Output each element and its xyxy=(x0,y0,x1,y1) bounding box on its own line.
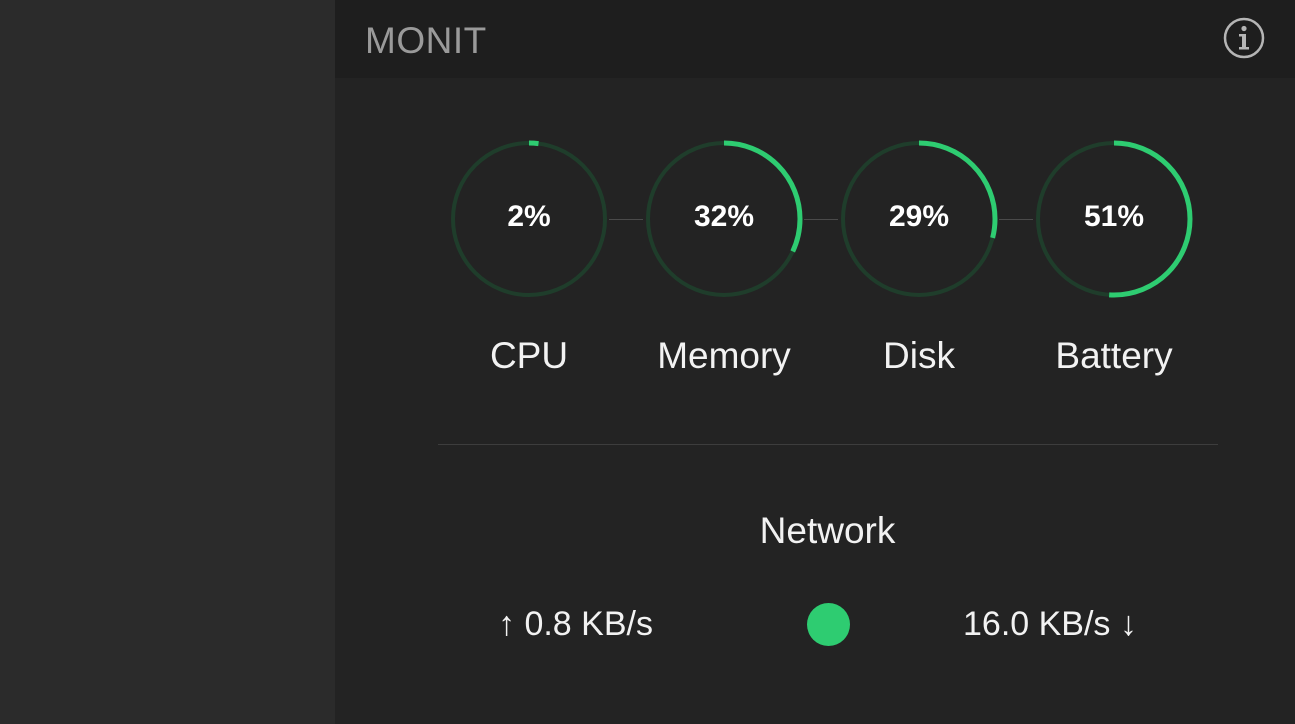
section-divider xyxy=(438,444,1218,445)
gauge-connector xyxy=(609,219,643,220)
network-upload-rate: ↑ 0.8 KB/s xyxy=(498,605,653,643)
gauges-row: 2% CPU 32% Memory 29% Disk 51% Battery xyxy=(335,0,1295,420)
gauge-cpu: 2% xyxy=(448,138,610,300)
monit-widget: MONIT 2% CPU 32% Memory 29% Disk 51% Bat… xyxy=(335,0,1295,724)
network-status-dot xyxy=(807,603,850,646)
gauge-memory: 32% xyxy=(643,138,805,300)
network-title: Network xyxy=(759,510,896,551)
cpu-value: 2% xyxy=(507,200,551,233)
left-pane xyxy=(0,0,335,724)
battery-value: 51% xyxy=(1083,200,1145,233)
gauge-connector xyxy=(804,219,838,220)
network-download-rate: 16.0 KB/s ↓ xyxy=(963,605,1137,643)
memory-value: 32% xyxy=(693,200,755,233)
gauge-battery: 51% xyxy=(1033,138,1195,300)
battery-label: Battery xyxy=(1055,335,1173,376)
disk-value: 29% xyxy=(888,200,950,233)
gauge-disk: 29% xyxy=(838,138,1000,300)
cpu-label: CPU xyxy=(489,335,569,376)
memory-label: Memory xyxy=(657,335,791,376)
disk-label: Disk xyxy=(883,335,955,376)
gauge-connector xyxy=(999,219,1033,220)
